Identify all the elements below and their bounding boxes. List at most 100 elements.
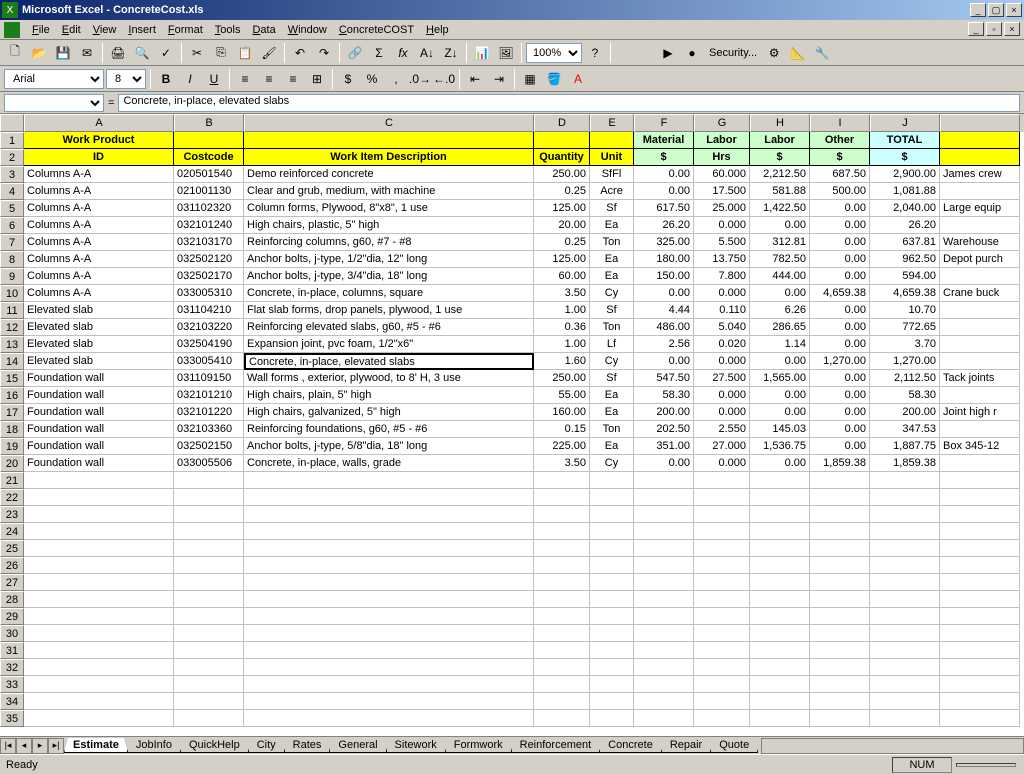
cell-G12[interactable]: 5.040 [694, 319, 750, 336]
cell-F3[interactable]: 0.00 [634, 166, 694, 183]
cell-G20[interactable]: 0.000 [694, 455, 750, 472]
cell-G30[interactable] [694, 625, 750, 642]
cell-H29[interactable] [750, 608, 810, 625]
sheet-tab-general[interactable]: General [329, 738, 386, 753]
cell-H23[interactable] [750, 506, 810, 523]
cell-E15[interactable]: Sf [590, 370, 634, 387]
column-header-B[interactable]: B [174, 114, 244, 132]
sheet-tab-rates[interactable]: Rates [284, 738, 331, 753]
cell-G21[interactable] [694, 472, 750, 489]
cell-F10[interactable]: 0.00 [634, 285, 694, 302]
cell-B2[interactable]: Costcode [174, 149, 244, 166]
cell-F14[interactable]: 0.00 [634, 353, 694, 370]
cell-A23[interactable] [24, 506, 174, 523]
cell-B19[interactable]: 032502150 [174, 438, 244, 455]
cell-K26[interactable] [940, 557, 1020, 574]
cell-I22[interactable] [810, 489, 870, 506]
cell-B33[interactable] [174, 676, 244, 693]
cell-D15[interactable]: 250.00 [534, 370, 590, 387]
cell-A1[interactable]: Work Product [24, 132, 174, 149]
cell-E8[interactable]: Ea [590, 251, 634, 268]
cell-A20[interactable]: Foundation wall [24, 455, 174, 472]
cell-E28[interactable] [590, 591, 634, 608]
cell-G9[interactable]: 7.800 [694, 268, 750, 285]
cell-K4[interactable] [940, 183, 1020, 200]
cell-A17[interactable]: Foundation wall [24, 404, 174, 421]
doc-restore-button[interactable]: ▫ [986, 22, 1002, 36]
cell-I7[interactable]: 0.00 [810, 234, 870, 251]
cell-J14[interactable]: 1,270.00 [870, 353, 940, 370]
cell-H28[interactable] [750, 591, 810, 608]
row-header-31[interactable]: 31 [0, 642, 24, 659]
cell-A35[interactable] [24, 710, 174, 727]
cell-J33[interactable] [870, 676, 940, 693]
drawing-button[interactable]: 🖼 [495, 42, 517, 64]
cell-D3[interactable]: 250.00 [534, 166, 590, 183]
cell-G33[interactable] [694, 676, 750, 693]
row-header-10[interactable]: 10 [0, 285, 24, 302]
cell-C18[interactable]: Reinforcing foundations, g60, #5 - #6 [244, 421, 534, 438]
cut-button[interactable]: ✂ [186, 42, 208, 64]
cell-B17[interactable]: 032101220 [174, 404, 244, 421]
row-header-30[interactable]: 30 [0, 625, 24, 642]
cell-A30[interactable] [24, 625, 174, 642]
cell-H30[interactable] [750, 625, 810, 642]
cell-A32[interactable] [24, 659, 174, 676]
cell-B8[interactable]: 032502120 [174, 251, 244, 268]
cell-F35[interactable] [634, 710, 694, 727]
cell-D8[interactable]: 125.00 [534, 251, 590, 268]
row-header-13[interactable]: 13 [0, 336, 24, 353]
column-header-C[interactable]: C [244, 114, 534, 132]
cell-D16[interactable]: 55.00 [534, 387, 590, 404]
cell-F16[interactable]: 58.30 [634, 387, 694, 404]
cell-H8[interactable]: 782.50 [750, 251, 810, 268]
hyperlink-button[interactable]: 🔗 [344, 42, 366, 64]
cell-H1[interactable]: Labor [750, 132, 810, 149]
cell-D12[interactable]: 0.36 [534, 319, 590, 336]
menu-view[interactable]: View [87, 22, 123, 38]
cell-H26[interactable] [750, 557, 810, 574]
cell-J23[interactable] [870, 506, 940, 523]
cell-A19[interactable]: Foundation wall [24, 438, 174, 455]
cell-A33[interactable] [24, 676, 174, 693]
cell-E33[interactable] [590, 676, 634, 693]
cell-J6[interactable]: 26.20 [870, 217, 940, 234]
sheet-tab-city[interactable]: City [248, 738, 285, 753]
cell-J7[interactable]: 637.81 [870, 234, 940, 251]
cell-J16[interactable]: 58.30 [870, 387, 940, 404]
cell-D4[interactable]: 0.25 [534, 183, 590, 200]
cell-I15[interactable]: 0.00 [810, 370, 870, 387]
cell-A15[interactable]: Foundation wall [24, 370, 174, 387]
cell-F31[interactable] [634, 642, 694, 659]
cell-E26[interactable] [590, 557, 634, 574]
cell-B7[interactable]: 032103170 [174, 234, 244, 251]
cell-C11[interactable]: Flat slab forms, drop panels, plywood, 1… [244, 302, 534, 319]
cell-D25[interactable] [534, 540, 590, 557]
row-header-19[interactable]: 19 [0, 438, 24, 455]
cell-G7[interactable]: 5.500 [694, 234, 750, 251]
cell-E24[interactable] [590, 523, 634, 540]
cell-C13[interactable]: Expansion joint, pvc foam, 1/2"x6" [244, 336, 534, 353]
cell-I11[interactable]: 0.00 [810, 302, 870, 319]
cell-G28[interactable] [694, 591, 750, 608]
cell-A27[interactable] [24, 574, 174, 591]
cell-E16[interactable]: Ea [590, 387, 634, 404]
cell-E21[interactable] [590, 472, 634, 489]
cell-A21[interactable] [24, 472, 174, 489]
cell-C6[interactable]: High chairs, plastic, 5" high [244, 217, 534, 234]
cell-A22[interactable] [24, 489, 174, 506]
cell-C17[interactable]: High chairs, galvanized, 5" high [244, 404, 534, 421]
cell-K34[interactable] [940, 693, 1020, 710]
cell-C4[interactable]: Clear and grub, medium, with machine [244, 183, 534, 200]
cell-C14[interactable]: Concrete, in-place, elevated slabs [244, 353, 534, 370]
cell-K30[interactable] [940, 625, 1020, 642]
cell-G4[interactable]: 17.500 [694, 183, 750, 200]
sheet-tab-estimate[interactable]: Estimate [64, 738, 128, 753]
cell-I27[interactable] [810, 574, 870, 591]
cell-G31[interactable] [694, 642, 750, 659]
row-header-27[interactable]: 27 [0, 574, 24, 591]
cell-D22[interactable] [534, 489, 590, 506]
cell-I16[interactable]: 0.00 [810, 387, 870, 404]
row-header-22[interactable]: 22 [0, 489, 24, 506]
cell-F27[interactable] [634, 574, 694, 591]
